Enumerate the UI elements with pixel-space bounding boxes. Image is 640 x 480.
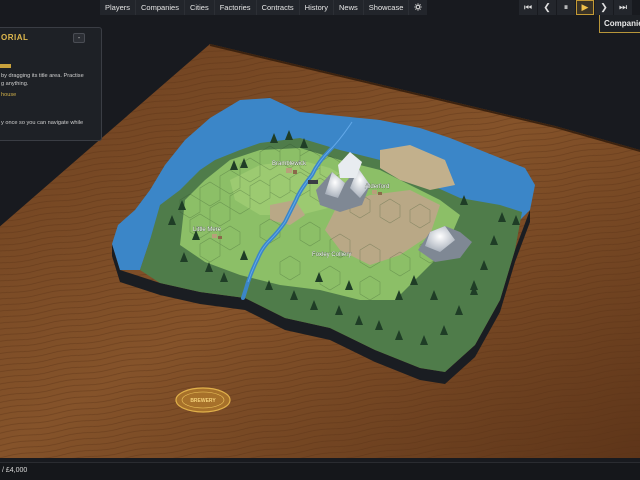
board-badge-text: BREWERY [190, 398, 216, 404]
tutorial-title[interactable]: ORIAL [1, 33, 28, 42]
play-icon[interactable]: ▶ [576, 0, 594, 15]
top-nav: Players Companies Cities Factories Contr… [100, 0, 428, 15]
tutorial-text-line-2: g anything. [1, 81, 29, 87]
tutorial-text-line-3: y once so you can navigate while [1, 120, 84, 126]
step-forward-icon[interactable]: ❯ [595, 0, 613, 15]
nav-news[interactable]: News [333, 0, 363, 15]
time-controls: ⏮ ❮ ⏸ ▶ ❯ ⏭ [519, 0, 632, 15]
nav-contracts[interactable]: Contracts [255, 0, 299, 15]
minimize-button[interactable]: - [73, 33, 85, 43]
nav-players[interactable]: Players [100, 0, 136, 15]
town-label-alderford[interactable]: Alderford [365, 184, 390, 190]
nav-factories[interactable]: Factories [213, 0, 256, 15]
skip-forward-icon[interactable]: ⏭ [614, 0, 632, 15]
status-bar: / £4,000 [0, 462, 640, 480]
tutorial-step-marker [0, 64, 11, 68]
gear-icon[interactable] [408, 0, 428, 15]
pause-icon[interactable]: ⏸ [557, 0, 575, 15]
companies-panel-label: Companies [604, 19, 640, 28]
town-label-bramblewick[interactable]: Bramblewick [272, 161, 307, 167]
nav-cities[interactable]: Cities [183, 0, 214, 15]
money-readout: / £4,000 [2, 467, 28, 474]
companies-panel-tab[interactable]: Companies [599, 15, 640, 33]
town-label-little-mere[interactable]: Little Mere [193, 227, 222, 233]
board-badge-logo: BREWERY [175, 387, 231, 413]
nav-showcase[interactable]: Showcase [362, 0, 409, 15]
skip-back-icon[interactable]: ⏮ [519, 0, 537, 15]
tutorial-text-line-1: by dragging its title area. Practise [1, 73, 84, 79]
nav-companies[interactable]: Companies [135, 0, 184, 15]
step-back-icon[interactable]: ❮ [538, 0, 556, 15]
town-label-foxley-colliery[interactable]: Foxley Colliery [312, 252, 352, 258]
tutorial-window[interactable]: ORIAL - by dragging its title area. Prac… [0, 27, 102, 141]
nav-history[interactable]: History [298, 0, 334, 15]
tutorial-link[interactable]: house [1, 92, 16, 98]
